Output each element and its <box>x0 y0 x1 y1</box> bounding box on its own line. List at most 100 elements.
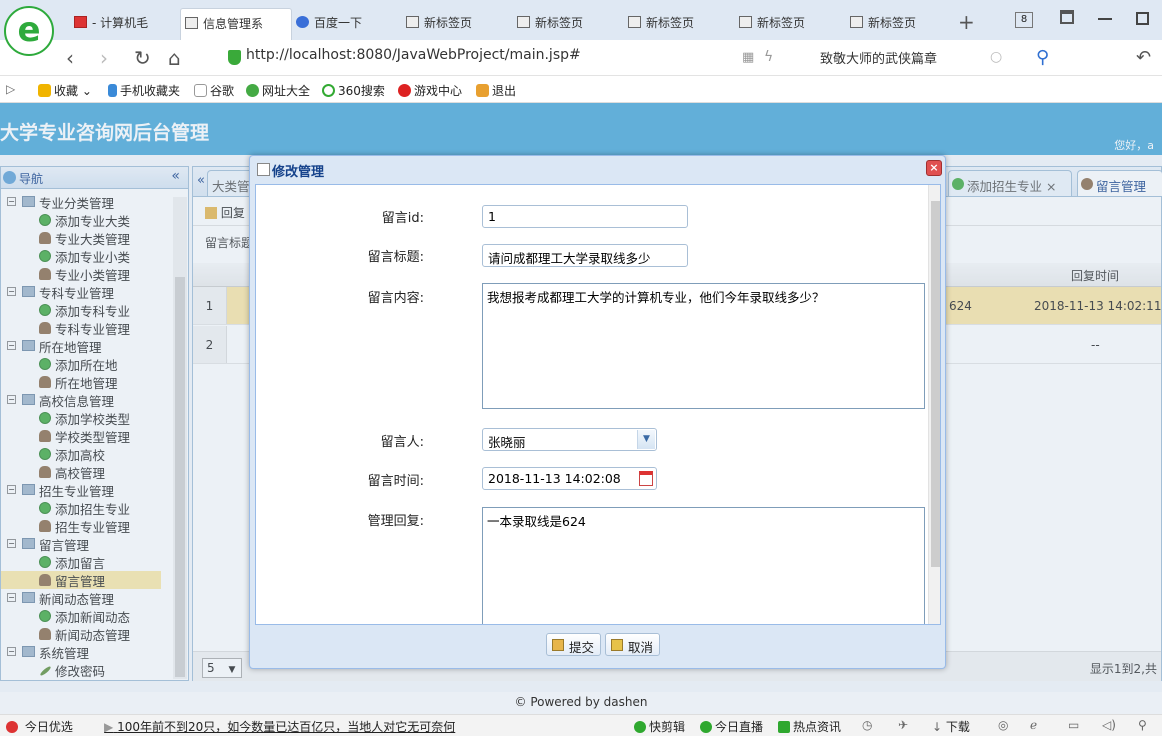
id-field[interactable]: 1 <box>482 205 688 228</box>
footer: © Powered by dashen <box>0 692 1162 714</box>
grid-icon <box>850 16 863 28</box>
pencil-icon <box>552 639 564 651</box>
web-icon <box>246 84 259 97</box>
search360-icon <box>322 84 335 97</box>
news-icon <box>778 721 790 733</box>
shirt-icon[interactable] <box>1060 10 1074 24</box>
content-textarea[interactable]: 我想报考成都理工大学的计算机专业，他们今年录取线多少？ <box>482 283 925 409</box>
undo-icon[interactable]: ↶ <box>1136 47 1151 68</box>
search-small-icon[interactable]: ○ <box>990 49 1002 65</box>
bookmarks-bar: ▷ 收藏 ⌄ 手机收藏夹 谷歌 网址大全 360搜索 游戏中心 退出 <box>0 76 1162 103</box>
star-icon <box>38 84 51 97</box>
minimize-icon[interactable] <box>1098 18 1112 20</box>
address-bar[interactable]: http://localhost:8080/JavaWebProject/mai… <box>222 47 722 69</box>
bookmark-item[interactable]: 360搜索 <box>322 82 385 99</box>
bookmark-item[interactable]: 网址大全 <box>246 82 310 99</box>
live-icon <box>700 721 712 733</box>
download-icon: ↓ <box>932 720 943 734</box>
page-icon <box>194 84 207 97</box>
game-icon <box>398 84 411 97</box>
status-item[interactable]: 今日优选 <box>6 718 73 735</box>
bookmark-item[interactable]: 收藏 ⌄ <box>38 82 92 99</box>
flash-icon[interactable]: ϟ <box>764 49 773 65</box>
grid-icon <box>739 16 752 28</box>
grid-icon <box>628 16 641 28</box>
baidu-icon <box>296 16 309 28</box>
browser-tab[interactable]: 新标签页 <box>624 8 732 40</box>
home-icon[interactable]: ⌂ <box>168 46 181 70</box>
id-label: 留言id: <box>381 211 424 226</box>
page-icon <box>74 16 87 28</box>
refresh-icon[interactable]: ↻ <box>134 46 151 70</box>
maximize-icon[interactable] <box>1136 12 1149 25</box>
calendar-icon[interactable] <box>639 471 653 486</box>
forward-icon[interactable]: › <box>100 46 108 70</box>
content-label: 留言内容: <box>367 291 424 306</box>
bookmark-item[interactable]: 游戏中心 <box>398 82 462 99</box>
flame-icon <box>6 721 18 733</box>
status-item[interactable]: 热点资讯 <box>778 718 841 735</box>
chevron-down-icon[interactable]: ▼ <box>637 430 655 449</box>
cancel-icon <box>611 639 623 651</box>
browser-tab[interactable]: 百度一下 <box>292 8 400 40</box>
browser-tab[interactable]: - 计算机毛 <box>70 8 180 40</box>
dialog-header: 修改管理 × <box>250 156 945 182</box>
shield-icon <box>228 50 241 65</box>
edit-icon <box>257 163 270 176</box>
browser-tab-strip: - 计算机毛 信息管理系 百度一下 新标签页 新标签页 新标签页 新标签页 新标… <box>0 0 1162 40</box>
download-item[interactable]: ↓ 下载 <box>932 718 970 735</box>
browser-tab[interactable]: 新标签页 <box>846 8 954 40</box>
dialog-form: 留言id: 1 留言标题: 请问成都理工大学录取线多少 留言内容: 我想报考成都… <box>255 184 941 625</box>
scrollbar-thumb[interactable] <box>931 201 940 567</box>
zoom-icon[interactable]: ⚲ <box>1138 718 1147 732</box>
reply-textarea[interactable]: 一本录取线是624 <box>482 507 925 624</box>
grid-icon <box>406 16 419 28</box>
search-box[interactable]: 致敬大师的武侠篇章 <box>820 48 1010 70</box>
cancel-button[interactable]: 取消 <box>605 633 661 656</box>
scissors-icon <box>634 721 646 733</box>
bookmark-item[interactable]: 退出 <box>476 82 516 99</box>
time-label: 留言时间: <box>367 474 424 489</box>
title-field[interactable]: 请问成都理工大学录取线多少 <box>482 244 688 267</box>
status-item[interactable]: 今日直播 <box>700 718 763 735</box>
ie-icon[interactable]: ℯ <box>1030 718 1037 732</box>
edit-dialog: 修改管理 × 留言id: 1 留言标题: 请问成都理工大学录取线多少 留言内容:… <box>249 155 946 669</box>
author-label: 留言人: <box>380 435 424 450</box>
title-label: 留言标题: <box>367 250 424 265</box>
browser-icon[interactable]: ◎ <box>998 718 1008 732</box>
page-icon <box>185 17 198 29</box>
grid-icon <box>517 16 530 28</box>
close-icon[interactable]: × <box>926 160 942 176</box>
speed-icon[interactable]: ◷ <box>862 718 872 732</box>
window-icon[interactable]: ▭ <box>1068 718 1079 732</box>
back-icon[interactable]: ‹ <box>66 46 74 70</box>
exit-icon <box>476 84 489 97</box>
sidebar-toggle-icon[interactable]: ▷ <box>6 82 15 96</box>
new-tab-button[interactable]: + <box>958 10 975 34</box>
browser-tab[interactable]: 新标签页 <box>513 8 621 40</box>
author-select[interactable]: 张晓丽 ▼ <box>482 428 657 451</box>
news-ticker[interactable]: ▶ 100年前不到20只，如今数量已达百亿只，当地人对它无可奈何 <box>104 718 455 735</box>
submit-button[interactable]: 提交 <box>546 633 602 656</box>
time-datepicker[interactable]: 2018-11-13 14:02:08 <box>482 467 657 490</box>
browser-logo-icon: e <box>4 6 54 56</box>
reply-label: 管理回复: <box>367 514 424 529</box>
bookmark-item[interactable]: 谷歌 <box>194 82 234 99</box>
dialog-footer: 提交 取消 <box>250 628 945 668</box>
qr-icon[interactable]: ▦ <box>742 50 754 65</box>
address-toolbar: ‹ › ↻ ⌂ http://localhost:8080/JavaWebPro… <box>0 40 1162 107</box>
tab-count-badge[interactable]: 8 <box>1015 12 1033 28</box>
dialog-scrollbar[interactable] <box>928 185 940 624</box>
play-icon: ▶ <box>104 720 114 734</box>
browser-tab[interactable]: 新标签页 <box>735 8 843 40</box>
status-item[interactable]: 快剪辑 <box>634 718 685 735</box>
search-icon[interactable]: ⚲ <box>1036 47 1049 68</box>
browser-tab[interactable]: 新标签页 <box>402 8 510 40</box>
bookmark-item[interactable]: 手机收藏夹 <box>108 82 180 99</box>
dialog-title: 修改管理 <box>272 165 325 180</box>
browser-status-bar: 今日优选 ▶ 100年前不到20只，如今数量已达百亿只，当地人对它无可奈何 快剪… <box>0 714 1162 736</box>
volume-icon[interactable]: ◁) <box>1102 718 1116 732</box>
browser-tab-active[interactable]: 信息管理系 <box>180 8 292 40</box>
pin-icon[interactable]: ✈ <box>898 718 908 732</box>
mobile-icon <box>108 84 117 97</box>
